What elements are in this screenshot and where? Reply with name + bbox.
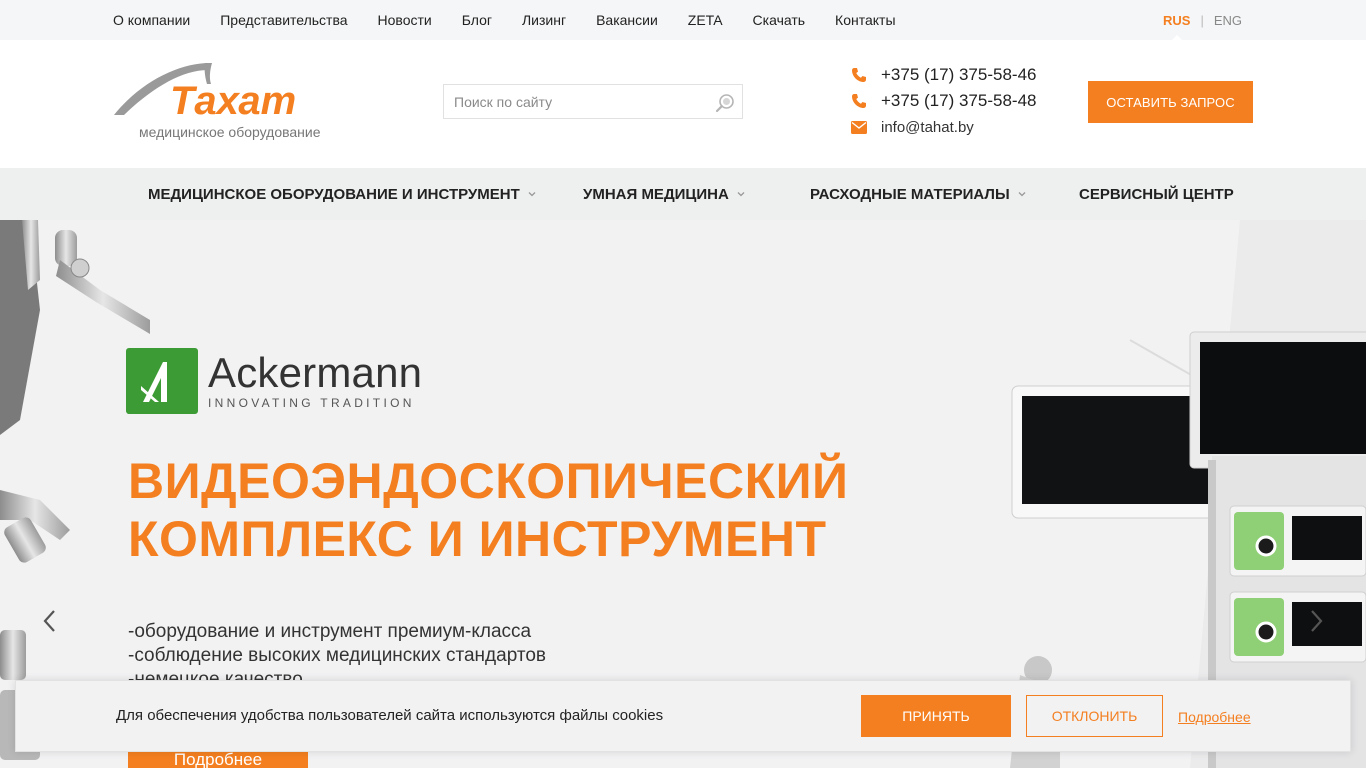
hero-feature-item: -соблюдение высоких медицинских стандарт… bbox=[128, 645, 546, 666]
site-search bbox=[443, 84, 743, 119]
phone-row-2: +375 (17) 375-58-48 bbox=[850, 88, 1036, 114]
mainnav-smart-medicine[interactable]: УМНАЯ МЕДИЦИНА bbox=[583, 168, 745, 220]
hero-title-line-1: ВИДЕОЭНДОСКОПИЧЕСКИЙ bbox=[128, 453, 849, 509]
partner-brand-logo: Ackermann INNOVATING TRADITION bbox=[126, 348, 422, 414]
top-navigation: О компании Представительства Новости Бло… bbox=[113, 0, 926, 40]
chevron-down-icon bbox=[528, 192, 536, 197]
chevron-down-icon bbox=[1018, 192, 1026, 197]
phone-link-2[interactable]: +375 (17) 375-58-48 bbox=[881, 91, 1036, 111]
brand-text: Ackermann INNOVATING TRADITION bbox=[208, 349, 423, 411]
phone-icon bbox=[850, 92, 868, 110]
logo-wordmark: Тахат bbox=[170, 79, 296, 122]
phone-row-1: +375 (17) 375-58-46 bbox=[850, 62, 1036, 88]
topnav-vacancies[interactable]: Вакансии bbox=[596, 12, 658, 28]
topnav-offices[interactable]: Представительства bbox=[220, 12, 347, 28]
lang-separator: | bbox=[1200, 12, 1204, 28]
cookie-more-link[interactable]: Подробнее bbox=[1178, 709, 1251, 725]
site-logo[interactable]: Тахат медицинское оборудование bbox=[112, 60, 327, 145]
chevron-right-icon[interactable] bbox=[1306, 608, 1326, 634]
email-row: info@tahat.by bbox=[850, 114, 1036, 140]
hero-title-line-2: КОМПЛЕКС И ИНСТРУМЕНТ bbox=[128, 511, 827, 567]
lang-rus[interactable]: RUS bbox=[1163, 13, 1190, 41]
chevron-down-icon bbox=[737, 192, 745, 197]
hero-feature-item: -оборудование и инструмент премиум-класс… bbox=[128, 621, 532, 642]
topnav-download[interactable]: Скачать bbox=[753, 12, 806, 28]
search-icon[interactable] bbox=[715, 93, 735, 113]
leave-request-button[interactable]: ОСТАВИТЬ ЗАПРОС bbox=[1088, 81, 1253, 123]
logo-swoosh-icon: Тахат bbox=[114, 62, 296, 123]
mainnav-label: СЕРВИСНЫЙ ЦЕНТР bbox=[1079, 185, 1234, 203]
phone-link-1[interactable]: +375 (17) 375-58-46 bbox=[881, 65, 1036, 85]
hero-title: ВИДЕОЭНДОСКОПИЧЕСКИЙ КОМПЛЕКС И ИНСТРУМЕ… bbox=[128, 452, 888, 568]
envelope-icon bbox=[850, 118, 868, 136]
language-switcher: RUS | ENG bbox=[1163, 0, 1242, 41]
lang-eng[interactable]: ENG bbox=[1214, 13, 1242, 28]
brand-tagline: INNOVATING TRADITION bbox=[208, 396, 415, 410]
topnav-zeta[interactable]: ZETA bbox=[688, 12, 723, 28]
topnav-about[interactable]: О компании bbox=[113, 12, 190, 28]
ackermann-mark-icon bbox=[126, 348, 198, 414]
cookie-consent-bar: Для обеспечения удобства пользователей с… bbox=[15, 680, 1351, 752]
top-bar: О компании Представительства Новости Бло… bbox=[0, 0, 1366, 41]
topnav-news[interactable]: Новости bbox=[378, 12, 432, 28]
mainnav-label: УМНАЯ МЕДИЦИНА bbox=[583, 185, 729, 203]
email-link[interactable]: info@tahat.by bbox=[881, 119, 974, 136]
brand-name: Ackermann bbox=[208, 349, 423, 396]
cookie-message: Для обеспечения удобства пользователей с… bbox=[116, 707, 664, 724]
logo-subtitle: медицинское оборудование bbox=[139, 124, 321, 140]
mainnav-label: РАСХОДНЫЕ МАТЕРИАЛЫ bbox=[810, 185, 1010, 203]
cookie-decline-button[interactable]: ОТКЛОНИТЬ bbox=[1026, 695, 1163, 737]
phone-icon bbox=[850, 66, 868, 84]
site-header: Тахат медицинское оборудование +375 (17)… bbox=[0, 40, 1366, 168]
topnav-contacts[interactable]: Контакты bbox=[835, 12, 895, 28]
main-navigation: МЕДИЦИНСКОЕ ОБОРУДОВАНИЕ И ИНСТРУМЕНТ УМ… bbox=[0, 168, 1366, 220]
mainnav-label: МЕДИЦИНСКОЕ ОБОРУДОВАНИЕ И ИНСТРУМЕНТ bbox=[148, 185, 520, 203]
chevron-left-icon[interactable] bbox=[40, 608, 60, 634]
search-input[interactable] bbox=[444, 85, 704, 118]
topnav-blog[interactable]: Блог bbox=[462, 12, 492, 28]
header-contacts: +375 (17) 375-58-46 +375 (17) 375-58-48 … bbox=[850, 62, 1036, 140]
cookie-accept-button[interactable]: ПРИНЯТЬ bbox=[861, 695, 1011, 737]
mainnav-consumables[interactable]: РАСХОДНЫЕ МАТЕРИАЛЫ bbox=[810, 168, 1026, 220]
mainnav-medical-equipment[interactable]: МЕДИЦИНСКОЕ ОБОРУДОВАНИЕ И ИНСТРУМЕНТ bbox=[148, 168, 536, 220]
mainnav-service-center[interactable]: СЕРВИСНЫЙ ЦЕНТР bbox=[1079, 168, 1234, 220]
topnav-leasing[interactable]: Лизинг bbox=[522, 12, 566, 28]
